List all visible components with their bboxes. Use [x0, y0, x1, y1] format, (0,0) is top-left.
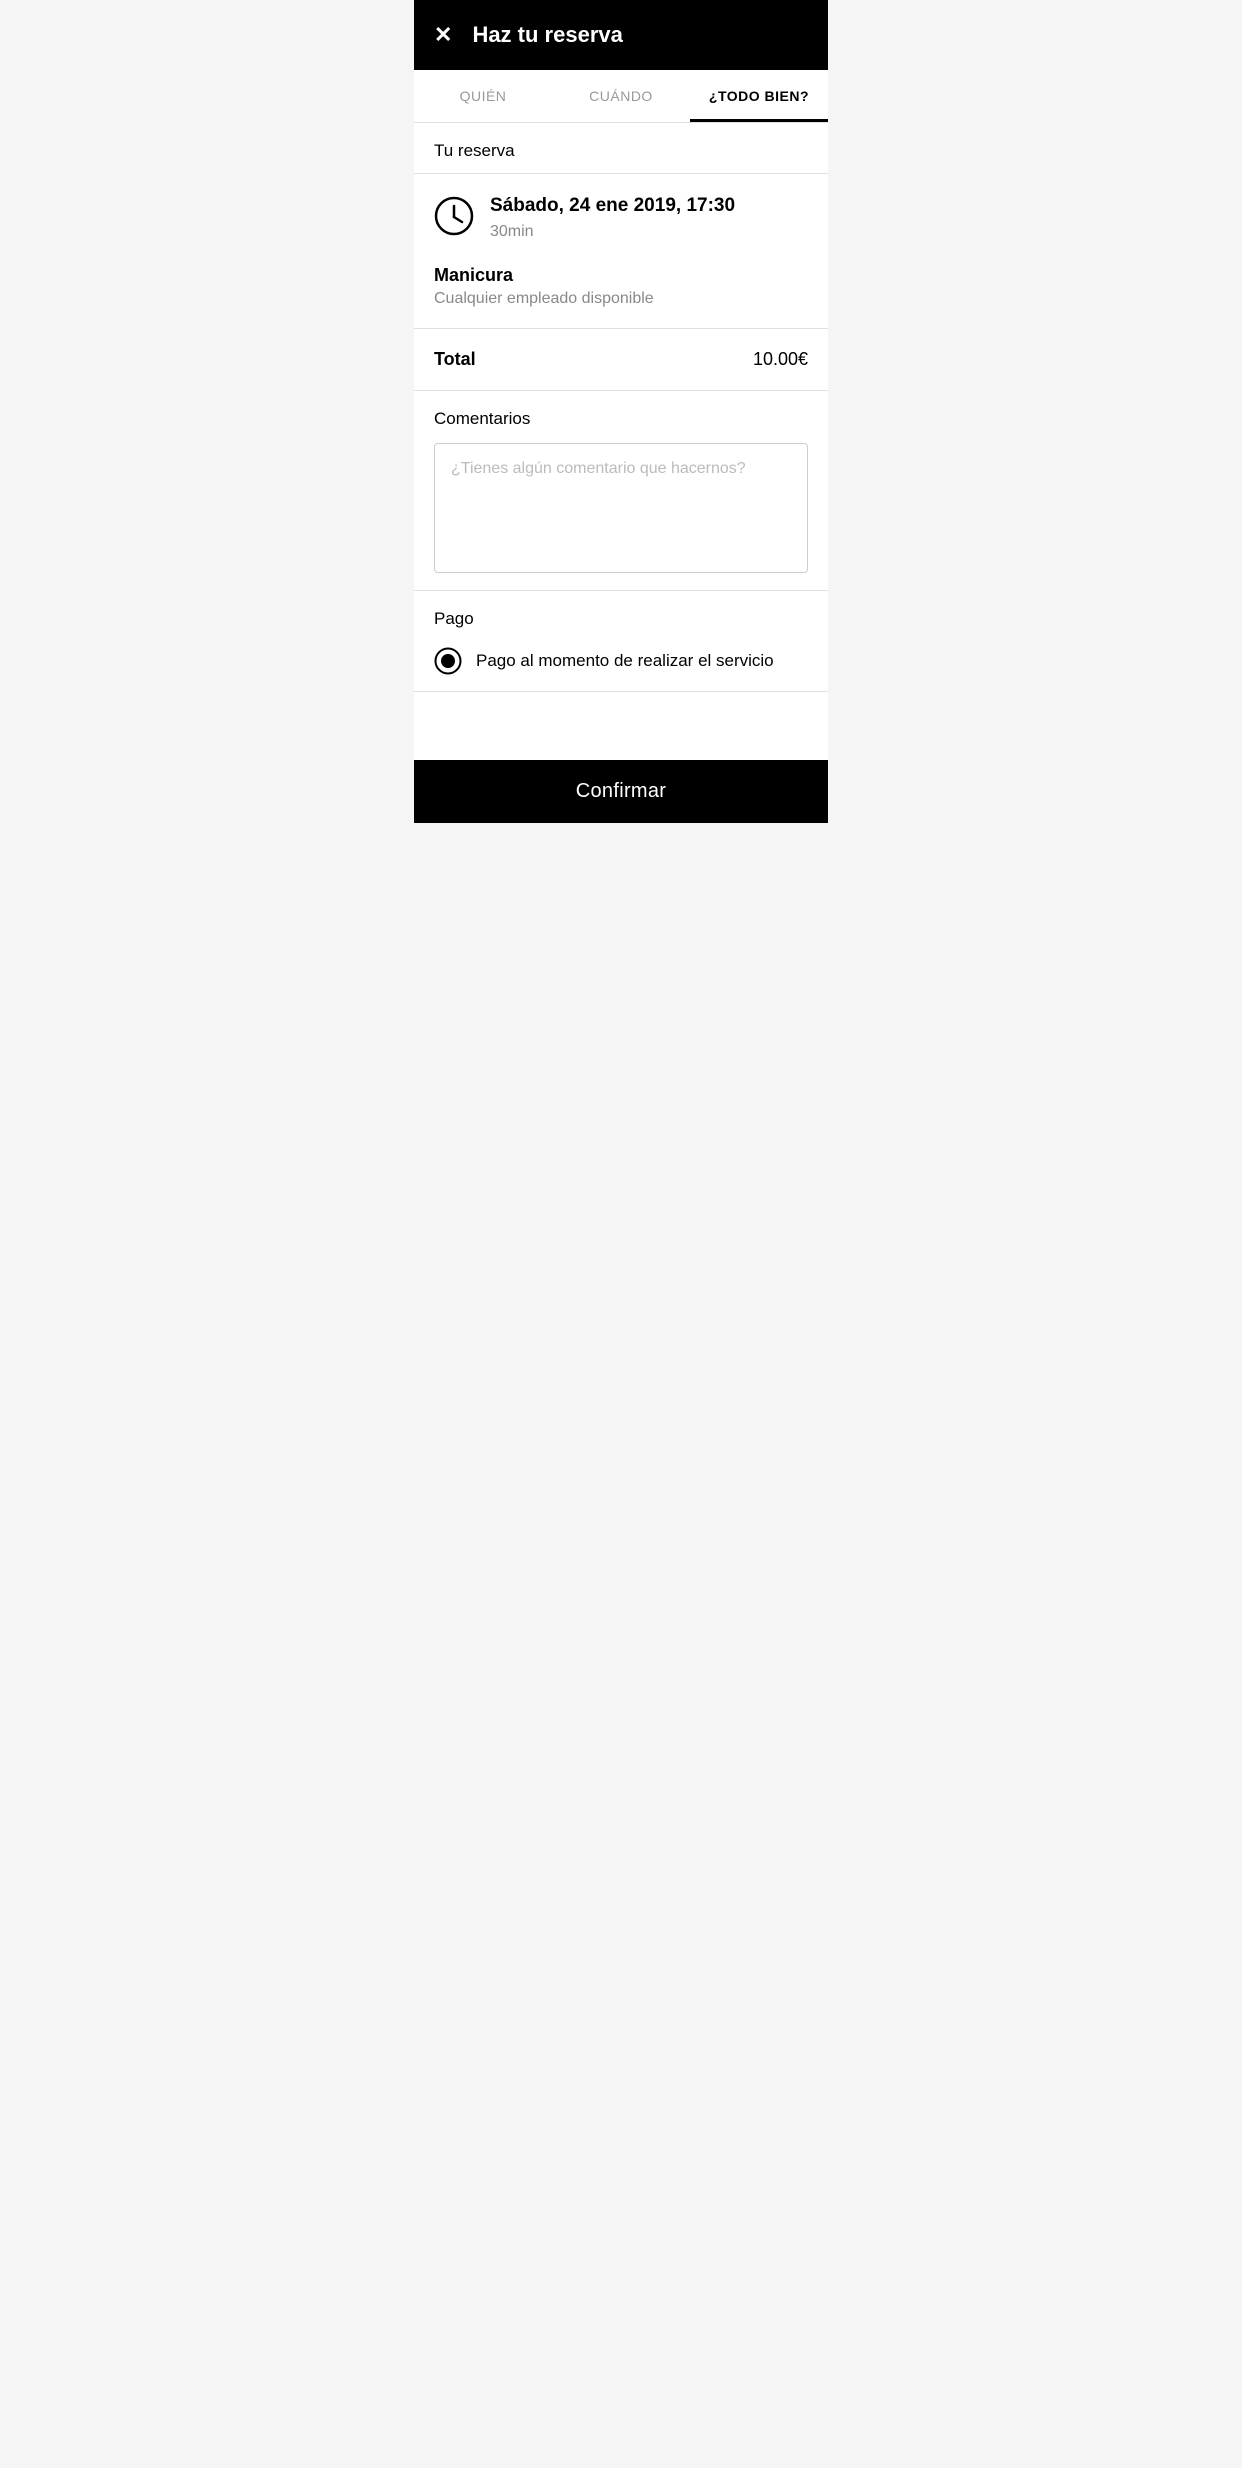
page-title: Haz tu reserva: [472, 22, 622, 48]
booking-duration: 30min: [490, 223, 808, 241]
radio-selected-icon: [434, 647, 462, 675]
confirm-label: Confirmar: [576, 780, 667, 802]
service-info: Manicura Cualquier empleado disponible: [414, 261, 828, 329]
booking-datetime: Sábado, 24 ene 2019, 17:30: [490, 194, 808, 219]
clock-icon: [434, 196, 474, 236]
payment-option[interactable]: Pago al momento de realizar el servicio: [434, 643, 808, 679]
comments-label: Comentarios: [434, 409, 808, 429]
total-amount: 10.00€: [753, 349, 808, 370]
app-header: ✕ Haz tu reserva: [414, 0, 828, 70]
comments-section: Comentarios: [414, 391, 828, 591]
payment-label: Pago: [434, 609, 808, 629]
confirm-button[interactable]: Confirmar: [414, 760, 828, 823]
tab-quien[interactable]: QUIÉN: [414, 70, 552, 122]
service-name: Manicura: [434, 265, 808, 286]
payment-option-text: Pago al momento de realizar el servicio: [476, 651, 774, 671]
service-employee: Cualquier empleado disponible: [434, 290, 808, 308]
tab-bar: QUIÉN CUÁNDO ¿TODO BIEN?: [414, 70, 828, 123]
tab-cuando[interactable]: CUÁNDO: [552, 70, 690, 122]
booking-info-row: Sábado, 24 ene 2019, 17:30 30min: [414, 174, 828, 261]
booking-details: Sábado, 24 ene 2019, 17:30 30min: [490, 194, 808, 241]
reservation-section-title: Tu reserva: [414, 123, 828, 174]
payment-section: Pago Pago al momento de realizar el serv…: [414, 591, 828, 692]
tab-todo-bien[interactable]: ¿TODO BIEN?: [690, 70, 828, 122]
comments-textarea[interactable]: [434, 443, 808, 573]
close-button[interactable]: ✕: [434, 24, 452, 46]
total-row: Total 10.00€: [414, 329, 828, 391]
main-content: Tu reserva Sábado, 24 ene 2019, 17:30 30…: [414, 123, 828, 760]
total-label: Total: [434, 349, 476, 370]
